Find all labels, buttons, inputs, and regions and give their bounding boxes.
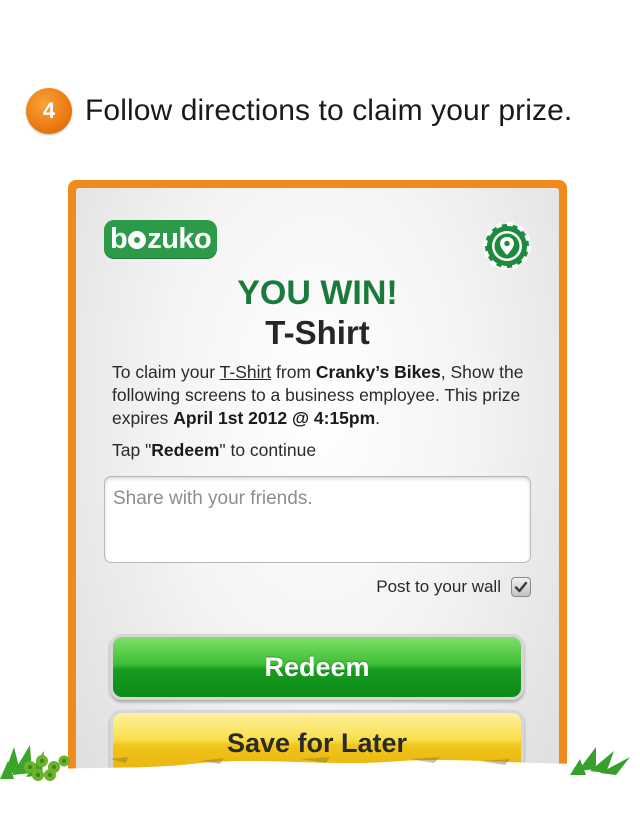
tap-instruction: Tap "Redeem" to continue	[112, 440, 317, 460]
expiration-date: April 1st 2012 @ 4:15pm	[173, 408, 376, 428]
prize-screen: b zuko YOU WIN! T-Shirt To claim your T-S…	[76, 188, 559, 820]
phone-frame: b zuko YOU WIN! T-Shirt To claim your T-S…	[68, 180, 567, 820]
location-pin-icon[interactable]	[483, 222, 531, 270]
business-name: Cranky’s Bikes	[315, 362, 441, 382]
logo-pin-mark	[128, 231, 147, 249]
post-to-wall-checkbox[interactable]	[511, 577, 531, 597]
prize-link[interactable]: T-Shirt	[220, 362, 272, 382]
bozuko-logo: b zuko	[104, 220, 218, 258]
step-text: Follow directions to claim your prize.	[85, 94, 573, 127]
post-to-wall-option[interactable]: Post to your wall	[376, 577, 531, 597]
prize-name: T-Shirt	[265, 314, 370, 351]
claim-instructions: To claim your T-Shirt from Cranky’s Bike…	[112, 362, 524, 428]
share-message-input[interactable]: Share with your friends.	[104, 476, 531, 563]
you-win-title: YOU WIN!	[237, 274, 398, 312]
redeem-button[interactable]: Redeem	[110, 634, 524, 700]
step-number-badge: 4	[26, 88, 72, 134]
post-to-wall-label: Post to your wall	[376, 577, 501, 596]
step-instruction: 4 Follow directions to claim your prize.	[26, 88, 572, 134]
save-for-later-button[interactable]: Save for Later	[110, 710, 524, 776]
checkmark-icon	[514, 581, 528, 593]
